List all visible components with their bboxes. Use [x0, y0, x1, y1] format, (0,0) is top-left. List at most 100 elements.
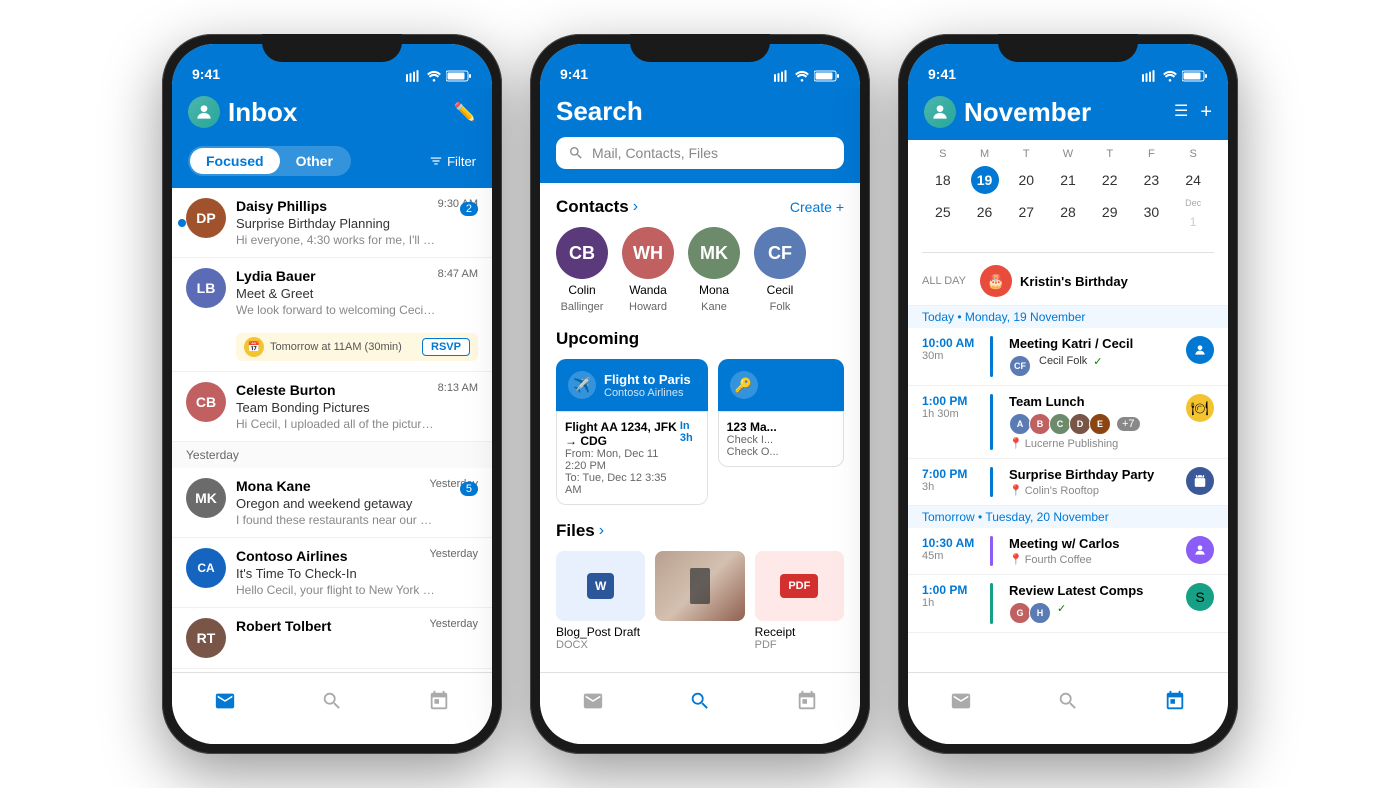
contact-avatar-cecil: CF	[754, 227, 806, 279]
lock-card[interactable]: 🔑 123 Ma... Check I... Check O...	[718, 359, 844, 505]
sender-daisy: Daisy Phillips	[236, 198, 327, 214]
cal-week-2: 25 26 27 28 29 30 Dec 1	[922, 198, 1214, 236]
lock-card-detail: 123 Ma... Check I... Check O...	[718, 411, 844, 467]
cal-date-29[interactable]: 29	[1096, 198, 1124, 226]
search-header: Search Mail, Contacts, Files	[540, 88, 860, 183]
create-contact-link[interactable]: Create +	[790, 199, 844, 215]
contact-mona[interactable]: MK Mona Kane	[688, 227, 740, 313]
contact-avatar-colin: CB	[556, 227, 608, 279]
mail-item-celeste[interactable]: CB Celeste Burton 8:13 AM Team Bonding P…	[172, 372, 492, 442]
phone-inbox-inner: 9:41 Inbox ✏️ Foc	[172, 44, 492, 744]
file-photo[interactable]	[655, 551, 744, 651]
cal-date-22[interactable]: 22	[1096, 166, 1124, 194]
event-meeting-carlos[interactable]: 10:30 AM 45m Meeting w/ Carlos 📍Fourth C…	[908, 528, 1228, 575]
user-avatar-cal[interactable]	[924, 96, 956, 128]
event-attendees-5: G H ✓	[1009, 602, 1178, 624]
filter-row: Focused Other Filter	[172, 140, 492, 188]
flight-card[interactable]: ✈️ Flight to Paris Contoso Airlines Flig…	[556, 359, 708, 505]
file-receipt[interactable]: PDF Receipt PDF	[755, 551, 844, 651]
nav-calendar-cal[interactable]	[1164, 690, 1186, 712]
mail-item-mona[interactable]: MK Mona Kane Yesterday Oregon and weeken…	[172, 468, 492, 538]
file-blog-post[interactable]: W Blog_Post Draft DOCX	[556, 551, 645, 651]
cal-date-19[interactable]: 19	[971, 166, 999, 194]
event-meeting-katri[interactable]: 10:00 AM 30m Meeting Katri / Cecil CF Ce…	[908, 328, 1228, 386]
add-event-icon[interactable]: +	[1200, 101, 1212, 124]
file-thumb-blog: W	[556, 551, 645, 621]
mail-content-celeste: Celeste Burton 8:13 AM Team Bonding Pict…	[236, 382, 478, 431]
lock-card-header: 🔑	[718, 359, 844, 411]
event-review-comps[interactable]: 1:00 PM 1h Review Latest Comps G H ✓ S	[908, 575, 1228, 633]
nav-search-inbox[interactable]	[321, 690, 343, 712]
subject-mona: Oregon and weekend getaway	[236, 496, 478, 511]
status-time-search: 9:41	[560, 66, 588, 82]
edit-icon[interactable]: ✏️	[454, 102, 476, 123]
cal-date-23[interactable]: 23	[1137, 166, 1165, 194]
event-attendees-1: CF Cecil Folk ✓	[1009, 355, 1178, 377]
status-icons-search	[774, 70, 840, 82]
search-bar[interactable]: Mail, Contacts, Files	[556, 137, 844, 169]
avatar-mona: MK	[186, 478, 226, 518]
sender-lydia: Lydia Bauer	[236, 268, 316, 284]
nav-calendar-search[interactable]	[796, 690, 818, 712]
cal-date-24[interactable]: 24	[1179, 166, 1207, 194]
cal-date-dec1[interactable]: Dec 1	[1172, 198, 1214, 236]
tab-focused[interactable]: Focused	[190, 148, 280, 174]
cal-date-20[interactable]: 20	[1012, 166, 1040, 194]
event-chip-icon: 📅	[244, 337, 264, 357]
cal-date-18[interactable]: 18	[929, 166, 957, 194]
tab-other[interactable]: Other	[280, 148, 349, 174]
bottom-nav-search	[540, 672, 860, 744]
contact-wanda[interactable]: WH Wanda Howard	[622, 227, 674, 313]
cal-date-27[interactable]: 27	[1012, 198, 1040, 226]
contact-cecil[interactable]: CF Cecil Folk	[754, 227, 806, 313]
sender-robert: Robert Tolbert	[236, 618, 331, 634]
event-bar-4	[990, 536, 993, 566]
flight-card-text: Flight to Paris Contoso Airlines	[604, 372, 691, 399]
file-name-blog: Blog_Post Draft	[556, 625, 645, 639]
event-attendees-2: A B C D E +7	[1009, 413, 1178, 435]
event-content-3: Surprise Birthday Party 📍Colin's Rooftop	[1009, 467, 1178, 497]
contact-colin[interactable]: CB Colin Ballinger	[556, 227, 608, 313]
cal-date-21[interactable]: 21	[1054, 166, 1082, 194]
avatar-robert: RT	[186, 618, 226, 658]
nav-search-search[interactable]	[689, 690, 711, 712]
event-content-1: Meeting Katri / Cecil CF Cecil Folk ✓	[1009, 336, 1178, 377]
event-birthday-party[interactable]: 7:00 PM 3h Surprise Birthday Party 📍Coli…	[908, 459, 1228, 506]
user-avatar-inbox[interactable]	[188, 96, 220, 128]
inbox-title: Inbox	[228, 97, 297, 128]
rsvp-button[interactable]: RSVP	[422, 338, 470, 356]
nav-mail-search[interactable]	[582, 690, 604, 712]
search-placeholder: Mail, Contacts, Files	[592, 145, 718, 161]
mail-item-daisy[interactable]: DP Daisy Phillips 9:30 AM Surprise Birth…	[172, 188, 492, 258]
event-icon-2: 🍽	[1186, 394, 1214, 422]
mail-item-robert[interactable]: RT Robert Tolbert Yesterday	[172, 608, 492, 669]
notch-search	[630, 34, 770, 62]
status-time-cal: 9:41	[928, 66, 956, 82]
cal-date-26[interactable]: 26	[971, 198, 999, 226]
status-icons-calendar	[1142, 70, 1208, 82]
nav-calendar-inbox[interactable]	[428, 690, 450, 712]
files-grid: W Blog_Post Draft DOCX	[556, 551, 844, 651]
cal-date-30[interactable]: 30	[1137, 198, 1165, 226]
event-location-4: 📍Fourth Coffee	[1009, 553, 1178, 566]
mail-item-contoso[interactable]: CA Contoso Airlines Yesterday It's Time …	[172, 538, 492, 608]
upcoming-cards: ✈️ Flight to Paris Contoso Airlines Flig…	[556, 359, 844, 505]
mail-item-lydia[interactable]: LB Lydia Bauer 8:47 AM Meet & Greet We l…	[172, 258, 492, 372]
flight-icon: ✈️	[568, 371, 596, 399]
flight-badge: In 3h	[680, 420, 699, 444]
filter-button[interactable]: Filter	[429, 154, 476, 169]
cal-date-28[interactable]: 28	[1054, 198, 1082, 226]
nav-mail-inbox[interactable]	[214, 690, 236, 712]
notch-inbox	[262, 34, 402, 62]
list-view-icon[interactable]: ☰	[1174, 101, 1188, 124]
event-time-col-4: 10:30 AM 45m	[922, 536, 982, 566]
avatar-daisy: DP	[186, 198, 226, 238]
subject-contoso: It's Time To Check-In	[236, 566, 478, 581]
preview-contoso: Hello Cecil, your flight to New York is …	[236, 583, 436, 597]
status-time-inbox: 9:41	[192, 66, 220, 82]
nav-search-cal[interactable]	[1057, 690, 1079, 712]
event-title-1: Meeting Katri / Cecil	[1009, 336, 1178, 351]
cal-date-25[interactable]: 25	[929, 198, 957, 226]
nav-mail-cal[interactable]	[950, 690, 972, 712]
event-team-lunch[interactable]: 1:00 PM 1h 30m Team Lunch A B C D E +7	[908, 386, 1228, 459]
